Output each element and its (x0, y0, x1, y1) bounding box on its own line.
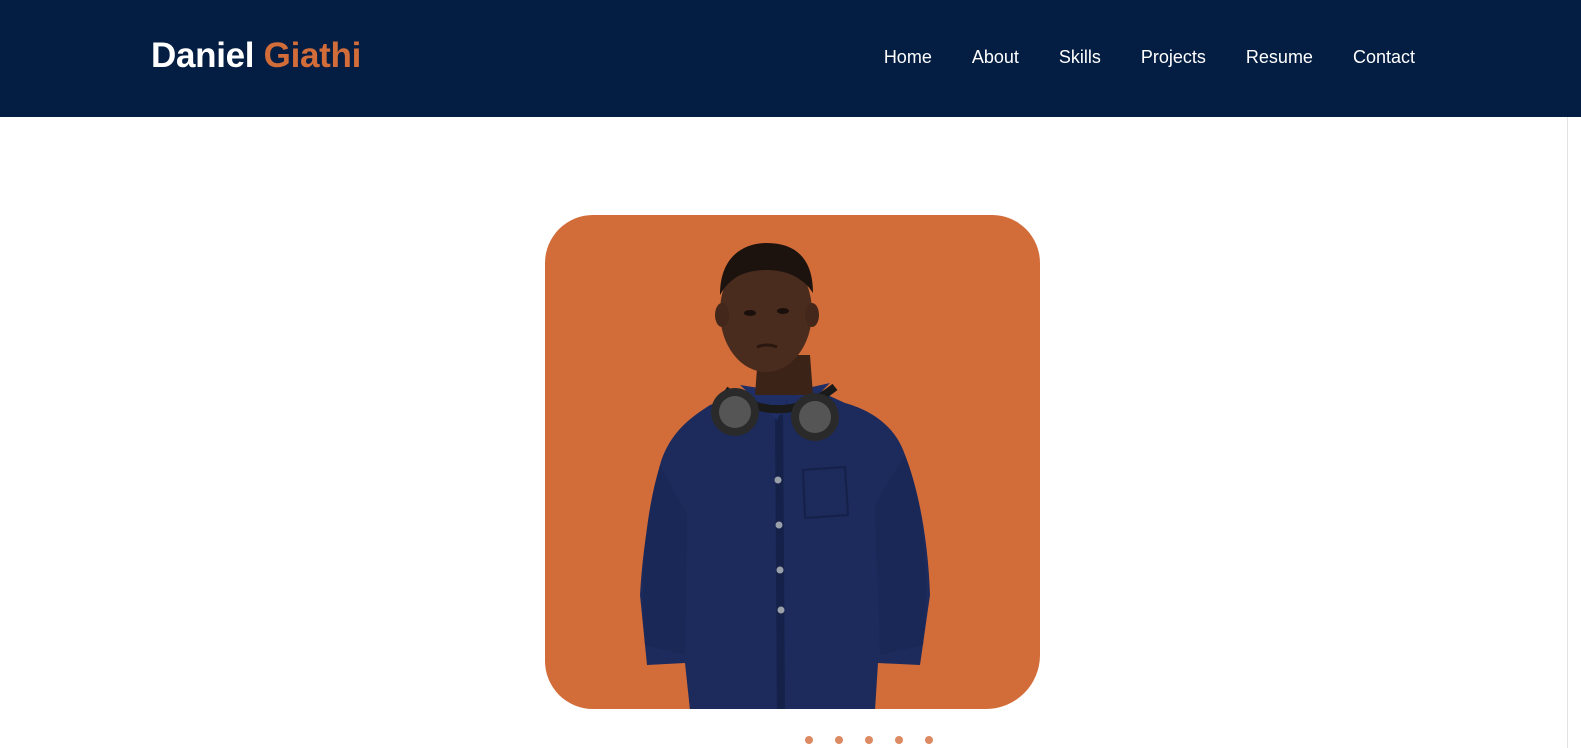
nav-resume-link[interactable]: Resume (1246, 46, 1313, 68)
decorative-dots (805, 736, 933, 744)
logo-last-name: Giathi (263, 36, 362, 75)
nav-projects-link[interactable]: Projects (1141, 46, 1206, 68)
dot-icon (925, 736, 933, 744)
nav-skills-link[interactable]: Skills (1059, 46, 1101, 68)
logo-first-name: Daniel (151, 36, 255, 75)
dot-icon (865, 736, 873, 744)
site-logo[interactable]: Daniel Giathi (151, 34, 361, 78)
nav-contact-link[interactable]: Contact (1353, 46, 1415, 68)
profile-photo (545, 215, 1040, 709)
nav-about-link[interactable]: About (972, 46, 1019, 68)
dot-icon (805, 736, 813, 744)
nav-home-link[interactable]: Home (884, 46, 932, 68)
dot-icon (835, 736, 843, 744)
page-scrollbar[interactable] (1567, 117, 1581, 748)
site-header: Daniel Giathi Home About Skills Projects… (0, 0, 1581, 117)
person-illustration (640, 243, 930, 709)
dot-icon (895, 736, 903, 744)
main-nav: Home About Skills Projects Resume Contac… (884, 46, 1415, 68)
